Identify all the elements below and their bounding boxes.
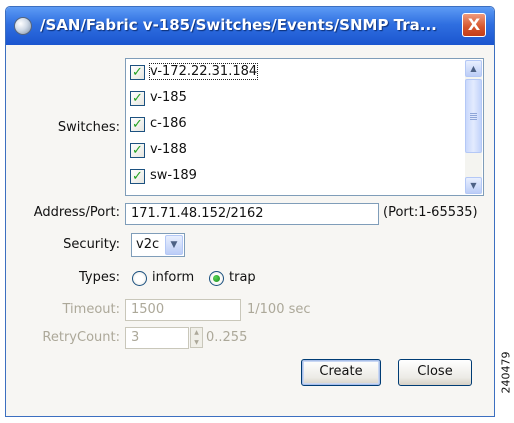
switch-item-v-185[interactable]: ✓ v-185 bbox=[130, 88, 450, 110]
close-button[interactable]: Close bbox=[398, 359, 472, 386]
switch-label: c-186 bbox=[150, 116, 187, 131]
chevron-down-icon[interactable]: ▼ bbox=[165, 235, 183, 255]
inform-radio-label[interactable]: inform bbox=[152, 270, 194, 285]
timeout-input[interactable]: 1500 bbox=[125, 299, 241, 321]
switch-item-v-172[interactable]: ✓ v-172.22.31.184 bbox=[130, 62, 450, 84]
retry-count-label: RetryCount: bbox=[42, 330, 120, 345]
switch-checkbox[interactable]: ✓ bbox=[130, 65, 145, 80]
switch-checkbox[interactable]: ✓ bbox=[130, 169, 145, 184]
security-select[interactable]: v2c ▼ bbox=[131, 233, 185, 257]
stepper-up-icon[interactable]: ▲ bbox=[191, 328, 202, 337]
window-title: /SAN/Fabric v-185/Switches/Events/SNMP T… bbox=[40, 16, 437, 34]
switches-list[interactable]: ✓ v-172.22.31.184 ✓ v-185 ✓ c-186 ✓ v-18… bbox=[125, 58, 484, 196]
trap-radio-label[interactable]: trap bbox=[229, 270, 256, 285]
switch-label: v-172.22.31.184 bbox=[148, 63, 259, 80]
address-port-label: Address/Port: bbox=[33, 205, 120, 220]
switch-checkbox[interactable]: ✓ bbox=[130, 143, 145, 158]
timeout-label: Timeout: bbox=[62, 302, 120, 317]
scroll-up-button[interactable]: ▲ bbox=[465, 60, 482, 77]
grip-icon bbox=[470, 113, 477, 120]
switch-label: sw-189 bbox=[150, 168, 197, 183]
address-port-input[interactable]: 171.71.48.152/2162 bbox=[125, 203, 379, 225]
figure-id-watermark: 240479 bbox=[499, 330, 513, 415]
security-label: Security: bbox=[63, 237, 120, 252]
types-label: Types: bbox=[78, 270, 120, 285]
title-bar[interactable]: /SAN/Fabric v-185/Switches/Events/SNMP T… bbox=[6, 7, 494, 45]
radio-selected-dot-icon bbox=[213, 275, 220, 282]
create-button[interactable]: Create bbox=[301, 359, 381, 386]
stepper-down-icon[interactable]: ▼ bbox=[191, 338, 202, 347]
switches-label: Switches: bbox=[57, 120, 120, 135]
figure-id-text: 240479 bbox=[499, 351, 513, 394]
trap-radio[interactable] bbox=[209, 271, 224, 286]
security-value: v2c bbox=[136, 237, 160, 252]
switch-checkbox[interactable]: ✓ bbox=[130, 91, 145, 106]
switch-label: v-185 bbox=[150, 90, 187, 105]
retry-count-stepper[interactable]: ▲ ▼ bbox=[190, 327, 203, 348]
retry-count-input[interactable]: 3 bbox=[125, 327, 189, 349]
port-range-hint: (Port:1-65535) bbox=[383, 205, 478, 220]
scroll-down-button[interactable]: ▼ bbox=[465, 177, 482, 194]
close-window-button[interactable]: X bbox=[462, 13, 486, 37]
switch-item-v-188[interactable]: ✓ v-188 bbox=[130, 140, 450, 162]
retry-count-range: 0..255 bbox=[206, 330, 248, 345]
switch-checkbox[interactable]: ✓ bbox=[130, 117, 145, 132]
switches-scrollbar[interactable]: ▲ ▼ bbox=[465, 60, 482, 194]
switch-label: v-188 bbox=[150, 142, 187, 157]
scroll-thumb[interactable] bbox=[465, 79, 482, 153]
inform-radio[interactable] bbox=[132, 271, 147, 286]
switch-item-sw-189[interactable]: ✓ sw-189 bbox=[130, 166, 450, 188]
timeout-unit: 1/100 sec bbox=[247, 302, 311, 317]
snmp-trap-dialog: /SAN/Fabric v-185/Switches/Events/SNMP T… bbox=[5, 6, 495, 417]
app-globe-icon bbox=[14, 17, 32, 35]
switch-item-c-186[interactable]: ✓ c-186 bbox=[130, 114, 450, 136]
